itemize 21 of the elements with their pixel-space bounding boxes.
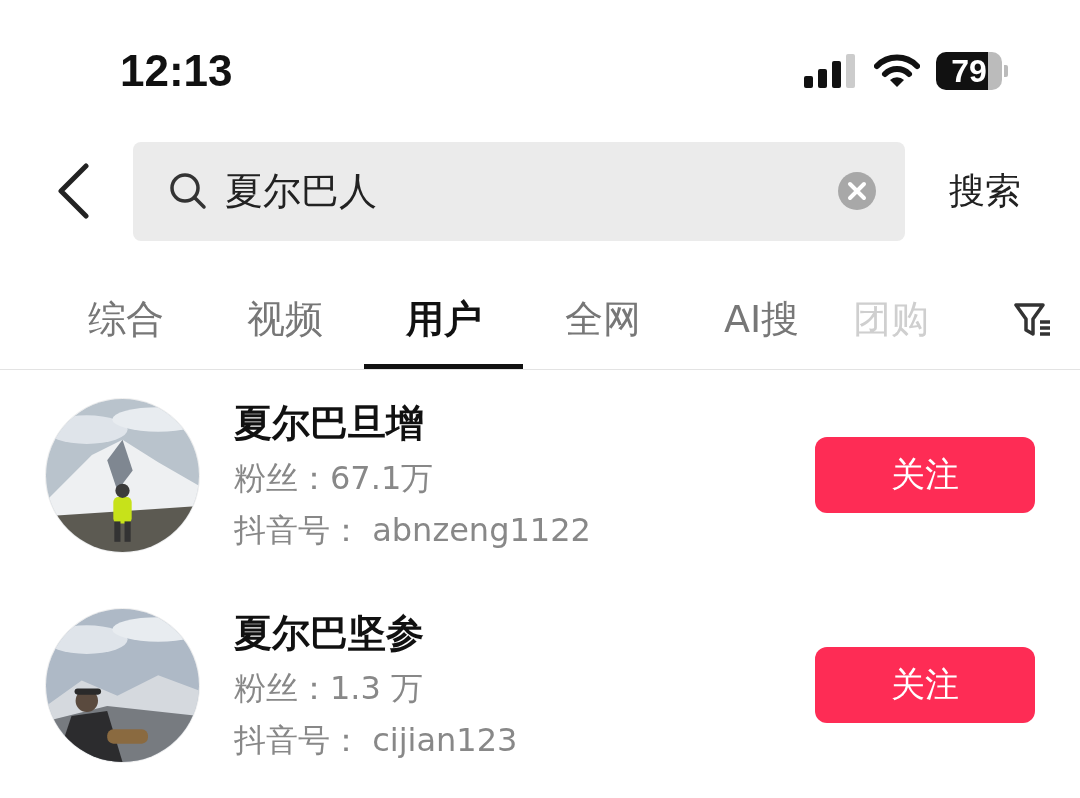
wifi-icon [874,54,920,88]
clear-icon [837,171,877,211]
tab[interactable]: 综合 [46,279,205,369]
follow-button[interactable]: 关注 [815,647,1035,723]
search-icon [169,172,207,210]
user-name: 夏尔巴旦增 [234,399,425,447]
signal-icon [804,54,858,88]
tab[interactable]: AI搜 [682,279,841,369]
search-field[interactable]: 夏尔巴人 [133,141,905,241]
user-name: 夏尔巴坚参 [234,609,425,657]
follower-count: 粉丝：1.3 万 [234,667,425,709]
account-id: 抖音号： abnzeng1122 [234,509,592,551]
tab[interactable]: 视频 [205,279,364,369]
battery-level: 79 [951,52,987,90]
follower-count: 粉丝：67.1万 [234,457,435,499]
tab[interactable]: 用户 [364,279,523,369]
account-id: 抖音号： cijian123 [234,719,519,761]
follow-button[interactable]: 关注 [815,437,1035,513]
search-button[interactable]: 搜索 [949,166,1021,216]
tab[interactable]: 全网 [523,279,682,369]
clock-time: 12:13 [120,46,233,96]
